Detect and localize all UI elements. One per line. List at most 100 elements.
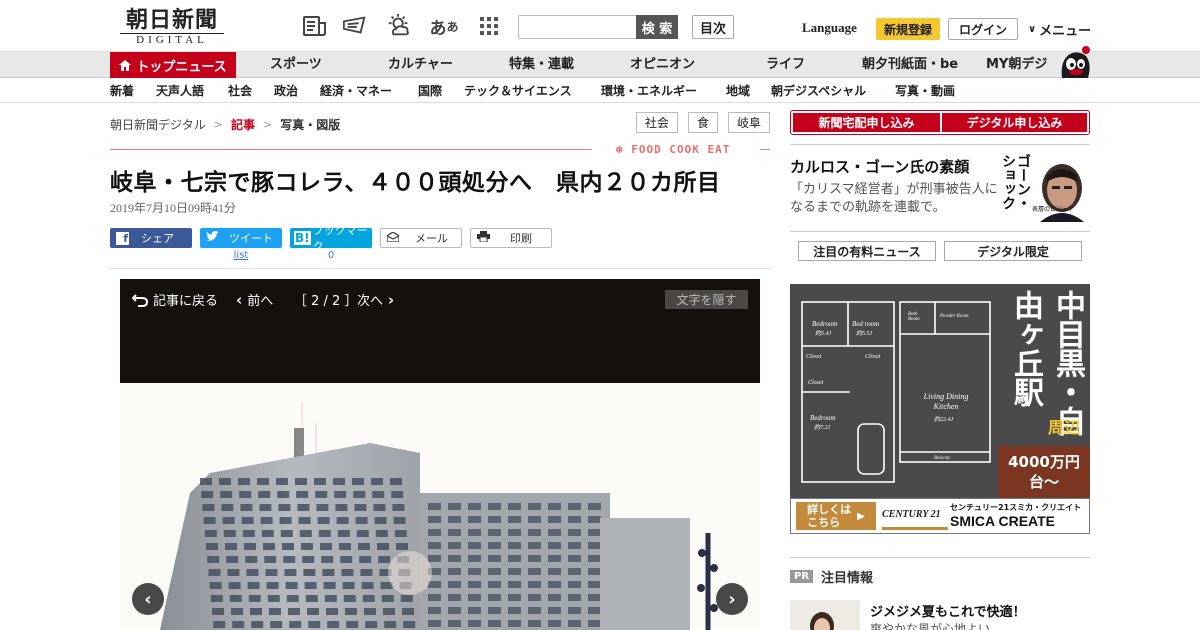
feature-image[interactable]: ゴーン・ショック 表層のビジャヤ: [1000, 154, 1090, 222]
back-to-article-label: 記事に戻る: [153, 294, 219, 309]
subnav-photo-video[interactable]: 写真・動画: [895, 79, 955, 103]
ad-cta-label: 詳しくはこちら: [807, 503, 852, 529]
subnav-environment[interactable]: 環境・エネルギー: [601, 79, 697, 103]
subnav-tensei[interactable]: 天声人語: [156, 79, 204, 103]
twitter-share-button[interactable]: ツイート: [200, 228, 282, 248]
subnav-region[interactable]: 地域: [726, 79, 750, 103]
subscribe-digital-button[interactable]: デジタル申し込み: [942, 113, 1087, 132]
subnav-international[interactable]: 国際: [418, 79, 442, 103]
tag-society[interactable]: 社会: [636, 112, 678, 133]
facebook-share-button[interactable]: f シェア: [110, 228, 192, 248]
chevron-left-icon: ‹: [144, 588, 152, 610]
subnav-politics[interactable]: 政治: [274, 79, 298, 103]
nav-top-news-label: トップニュース: [136, 59, 227, 75]
ad-brand-logo: CENTURY 21: [882, 502, 948, 530]
tab-paid-news[interactable]: 注目の有料ニュース: [798, 241, 936, 261]
logo-kanji: 朝日新聞: [125, 7, 218, 33]
print-button[interactable]: 印刷: [470, 228, 552, 248]
twitter-count[interactable]: list: [200, 250, 282, 261]
pr-title[interactable]: ジメジメ夏もこれで快適！: [870, 601, 1026, 620]
pr-subtitle[interactable]: 爽やかな風が心地よい: [870, 620, 990, 630]
paper-plane-icon[interactable]: [342, 14, 368, 38]
subnav-society[interactable]: 社会: [228, 79, 252, 103]
site-logo[interactable]: 朝日新聞 DIGITAL: [112, 8, 232, 46]
font-size-icon[interactable]: ああ: [430, 14, 459, 39]
newspaper-icon[interactable]: [302, 14, 328, 38]
photo-prev-arrow[interactable]: ‹: [132, 583, 164, 615]
twitter-share-label: ツイート: [229, 232, 273, 245]
subscribe-paper-button[interactable]: 新聞宅配申し込み: [793, 113, 940, 132]
back-to-article-link[interactable]: 記事に戻る: [132, 290, 218, 309]
pr-badge: PR: [790, 570, 814, 583]
subnav-special[interactable]: 朝デジスペシャル: [771, 79, 866, 103]
article-date: 2019年7月10日09時41分: [110, 201, 237, 215]
return-icon: [132, 293, 148, 307]
chevron-down-icon: ∨: [1028, 24, 1037, 35]
nav-life[interactable]: ライフ: [766, 52, 805, 78]
ad-floorplan-label: Bedroom: [810, 414, 836, 422]
nav-sports[interactable]: スポーツ: [270, 52, 322, 78]
breadcrumb-home[interactable]: 朝日新聞デジタル: [110, 116, 206, 133]
nav-top-news[interactable]: トップニュース: [110, 52, 236, 78]
ad-price-box: 4000万円台～: [998, 446, 1090, 498]
photo-next-arrow[interactable]: ›: [716, 583, 748, 615]
ad-floorplan-size: 約5.4J: [815, 331, 832, 337]
hatena-bookmark-button[interactable]: B! ブックマーク: [290, 224, 372, 253]
feature-image-text: ゴーン・ショック: [1000, 154, 1031, 210]
article-photo: [120, 383, 760, 630]
toc-button[interactable]: 目次: [692, 15, 734, 39]
facebook-icon: f: [116, 231, 129, 245]
nav-opinion[interactable]: オピニオン: [630, 52, 695, 78]
pr-thumbnail[interactable]: [790, 600, 860, 630]
chevron-left-icon: ‹: [236, 290, 243, 309]
twitter-icon: [206, 231, 219, 245]
mail-share-label: メール: [415, 232, 448, 245]
login-button[interactable]: ログイン: [948, 18, 1018, 40]
subnav-tech[interactable]: テック＆サイエンス: [464, 79, 572, 103]
ad-floorplan-label: Bath Room: [908, 312, 920, 322]
feature-description[interactable]: 「カリスマ経営者」が刑事被告人になるまでの軌跡を連載で。: [790, 181, 1005, 217]
mail-share-button[interactable]: メール: [380, 228, 462, 248]
ad-banner[interactable]: Bedroom 約5.4J Bed room 約5.5J Closet Clos…: [790, 284, 1090, 534]
ad-floorplan-size: 約5.5J: [856, 331, 873, 337]
breadcrumb-articles[interactable]: 記事: [231, 116, 255, 133]
register-button[interactable]: 新規登録: [876, 18, 940, 40]
ad-floorplan-label: Closet: [865, 354, 881, 360]
ad-floorplan-label: Bedroom: [812, 320, 838, 328]
search-input[interactable]: [518, 15, 638, 39]
nav-features[interactable]: 特集・連載: [509, 52, 574, 78]
chevron-right-icon: ›: [728, 588, 736, 610]
next-photo-link[interactable]: 次へ ›: [357, 290, 394, 310]
tag-gifu[interactable]: 岐阜: [728, 112, 770, 133]
weather-icon[interactable]: [386, 13, 412, 38]
language-link[interactable]: Language: [802, 20, 857, 36]
pr-heading-label: 注目情報: [821, 571, 874, 586]
subnav-latest[interactable]: 新着: [110, 79, 134, 103]
tag-food[interactable]: 食: [688, 112, 718, 133]
nav-my-asadigi[interactable]: MY朝デジ: [986, 52, 1047, 78]
feature-title[interactable]: カルロス・ゴーン氏の素顔: [790, 156, 969, 177]
hatena-icon: B!: [294, 231, 311, 245]
tab-digital-only[interactable]: デジタル限定: [944, 241, 1082, 261]
ad-cta-button[interactable]: 詳しくはこちら ▶: [796, 502, 876, 530]
nav-culture[interactable]: カルチャー: [388, 52, 453, 78]
divider: [790, 231, 1090, 232]
hide-text-button[interactable]: 文字を隠す: [665, 290, 748, 309]
nav-paper[interactable]: 朝夕刊紙面・be: [862, 52, 958, 78]
subnav-economy[interactable]: 経済・マネー: [320, 79, 392, 103]
play-icon: ▶: [857, 510, 865, 522]
hatena-count[interactable]: 0: [290, 250, 372, 261]
ad-floorplan-size: 約22.4J: [934, 417, 954, 423]
article-title: 岐阜・七宗で豚コレラ、４００頭処分へ 県内２０カ所目: [110, 170, 721, 196]
search-button[interactable]: 検 索: [636, 15, 678, 39]
prev-photo-link[interactable]: ‹ 前へ: [236, 290, 273, 310]
ad-floorplan-label: Powder Room: [940, 314, 969, 319]
grid-menu-icon[interactable]: [476, 14, 502, 38]
main-nav: トップニュース スポーツ カルチャー 特集・連載 オピニオン ライフ 朝夕刊紙面…: [0, 52, 1200, 78]
menu-button[interactable]: ∨ メニュー: [1028, 20, 1091, 39]
mascot-icon[interactable]: [1056, 44, 1092, 80]
print-label: 印刷: [510, 232, 532, 245]
ad-brand-main: SMICA CREATE: [950, 513, 1055, 529]
ad-price-text: 4000万円台～: [1008, 453, 1080, 491]
breadcrumb-separator: >: [263, 118, 273, 131]
